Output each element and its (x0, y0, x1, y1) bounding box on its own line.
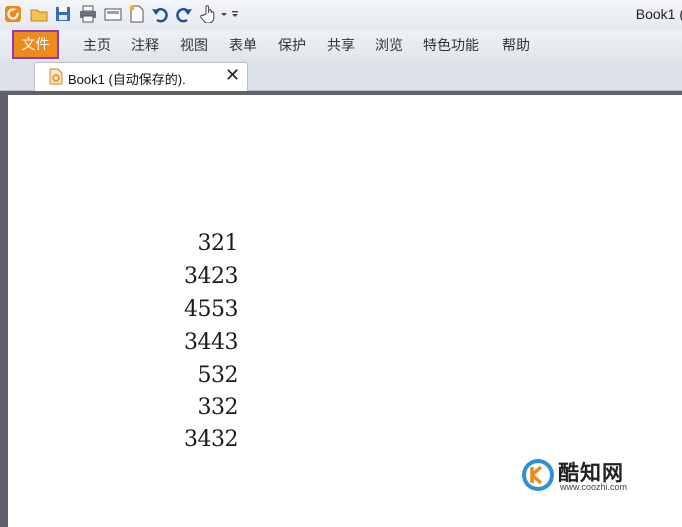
document-tab-label: Book1 (自动保存的). (68, 72, 186, 87)
cell-value: 3432 (184, 427, 239, 452)
ribbon-menu-bar: 文件 主页 注释 视图 表单 保护 共享 浏览 特色功能 帮助 (0, 30, 682, 60)
app-logo-icon[interactable] (4, 5, 22, 23)
hand-tool-icon[interactable] (200, 5, 218, 23)
cell-value: 3423 (184, 264, 239, 289)
new-doc-icon[interactable] (128, 5, 146, 23)
cell-value: 3443 (184, 330, 239, 355)
watermark: 酷知网 www.coozhi.com (518, 455, 668, 495)
menu-form[interactable]: 表单 (229, 35, 257, 55)
open-folder-icon[interactable] (30, 5, 48, 23)
menu-browse[interactable]: 浏览 (375, 35, 403, 55)
cell-value: 332 (197, 395, 239, 420)
scan-icon[interactable] (104, 5, 122, 23)
watermark-logo-icon (522, 459, 554, 491)
undo-icon[interactable] (151, 5, 169, 23)
menu-home[interactable]: 主页 (83, 35, 111, 55)
save-icon[interactable] (54, 5, 72, 23)
cell-value: 4553 (184, 297, 239, 322)
menu-file[interactable]: 文件 (12, 30, 59, 59)
menu-protect[interactable]: 保护 (278, 35, 306, 55)
window-title: Book1 ( (635, 6, 682, 22)
close-tab-icon[interactable]: ✕ (225, 65, 240, 86)
document-tab[interactable]: Book1 (自动保存的). ✕ (34, 62, 248, 91)
redo-icon[interactable] (175, 5, 193, 23)
menu-annotate[interactable]: 注释 (131, 35, 159, 55)
customize-dropdown-icon[interactable] (220, 5, 240, 23)
print-icon[interactable] (79, 5, 97, 23)
menu-share[interactable]: 共享 (327, 35, 355, 55)
quick-access-toolbar: Book1 ( (0, 0, 682, 30)
document-file-icon (49, 68, 63, 85)
cell-value: 532 (197, 363, 239, 388)
watermark-url: www.coozhi.com (560, 482, 628, 492)
menu-view[interactable]: 视图 (180, 35, 208, 55)
menu-help[interactable]: 帮助 (502, 35, 530, 55)
menu-features[interactable]: 特色功能 (423, 35, 479, 55)
cell-value: 321 (197, 231, 239, 256)
